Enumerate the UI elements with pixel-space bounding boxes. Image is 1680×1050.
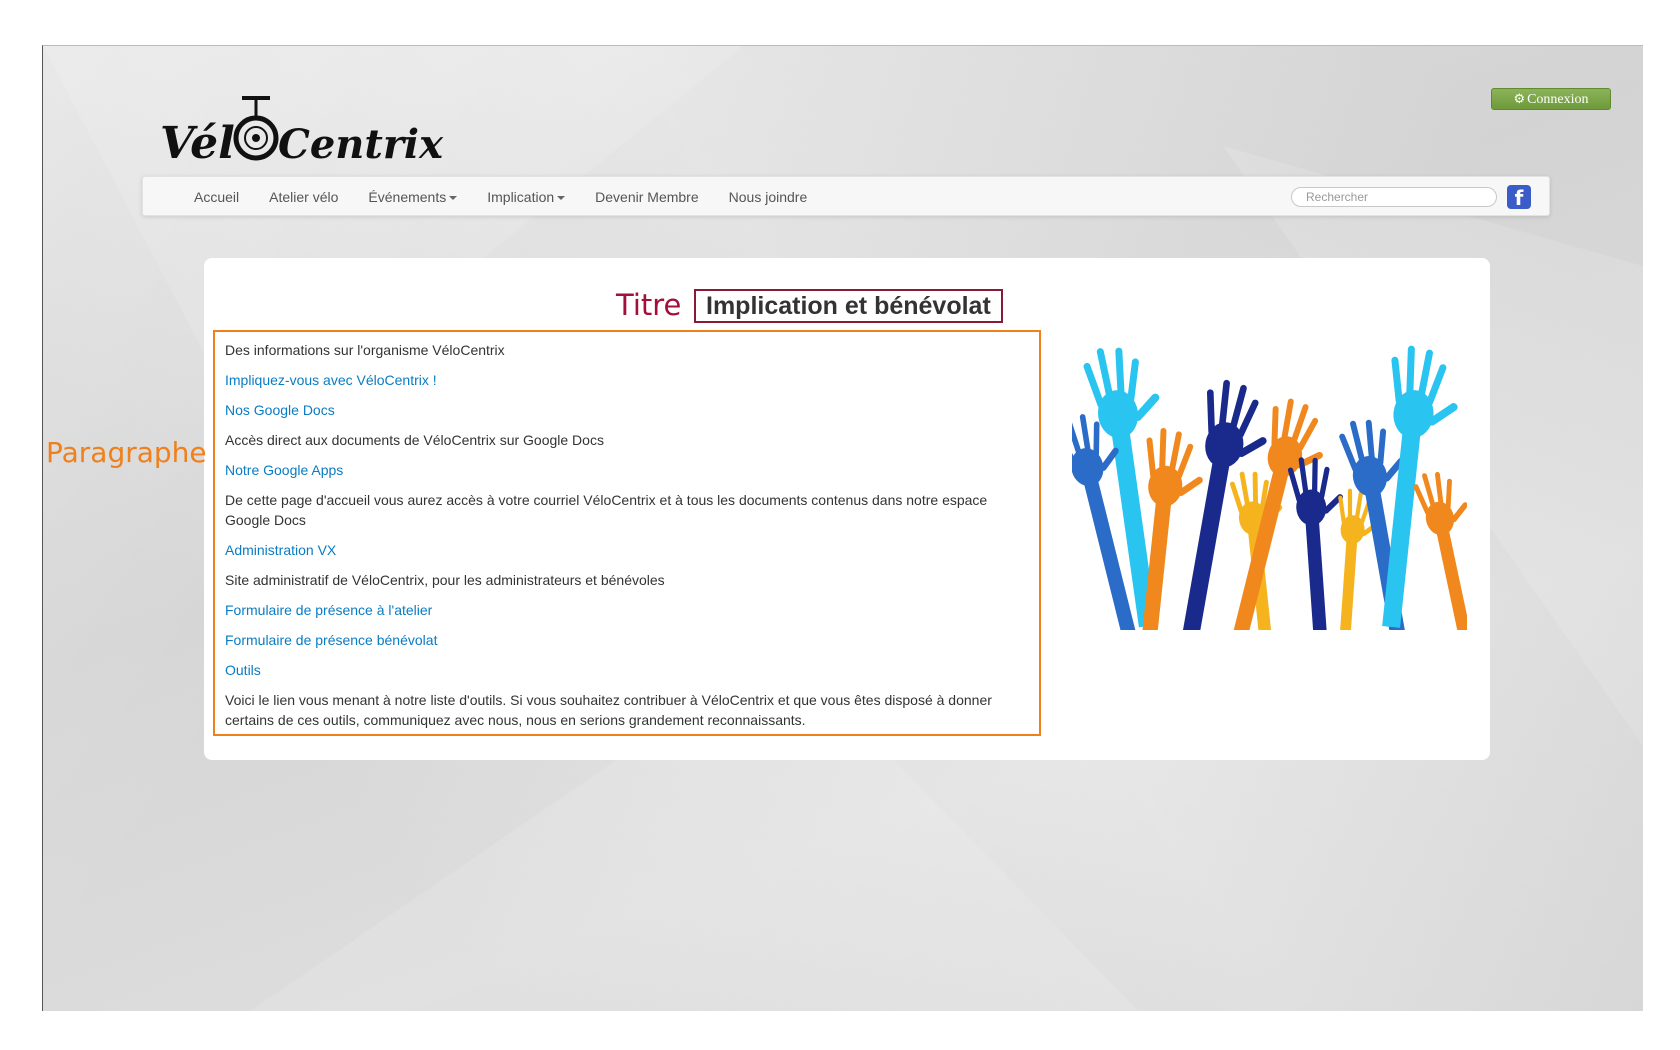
- titre-annotation: Titre: [616, 288, 682, 322]
- raised-hands-image: [1052, 338, 1502, 672]
- paragraph: Voici le lien vous menant à notre liste …: [225, 692, 992, 728]
- facebook-icon[interactable]: f: [1507, 185, 1531, 210]
- nav-item-label: Implication: [487, 189, 555, 205]
- caret-down-icon: [557, 196, 566, 201]
- page-title: Implication et bénévolat: [706, 291, 991, 320]
- nav-item-label: Accueil: [194, 189, 240, 205]
- nav-item-accueil[interactable]: Accueil: [179, 189, 254, 205]
- link-formulaire-atelier[interactable]: Formulaire de présence à l'atelier: [225, 602, 432, 618]
- search-input[interactable]: [1291, 187, 1497, 207]
- logo[interactable]: Vél Centrix: [160, 86, 480, 166]
- connexion-button[interactable]: ⚙ Connexion: [1491, 88, 1611, 110]
- nav-item-atelier-velo[interactable]: Atelier vélo: [254, 189, 353, 205]
- gear-icon: ⚙: [1513, 92, 1526, 107]
- paragraph: De cette page d'accueil vous aurez accès…: [225, 492, 988, 528]
- title-box: Implication et bénévolat: [694, 289, 1003, 323]
- link-impliquez-vous[interactable]: Impliquez-vous avec VéloCentrix !: [225, 372, 437, 388]
- nav-item-nous-joindre[interactable]: Nous joindre: [714, 189, 823, 205]
- nav-item-label: Devenir Membre: [595, 189, 699, 205]
- link-outils[interactable]: Outils: [225, 662, 261, 678]
- nav-item-evenements[interactable]: Événements: [353, 189, 472, 205]
- page-background: Vél Centrix ⚙ Connexion Accueil Atelier v…: [42, 45, 1643, 1011]
- nav-item-devenir-membre[interactable]: Devenir Membre: [580, 189, 713, 205]
- link-formulaire-benevolat[interactable]: Formulaire de présence bénévolat: [225, 632, 437, 648]
- nav-menu: Accueil Atelier vélo Événements Implicat…: [179, 177, 822, 217]
- paragraph: Site administratif de VéloCentrix, pour …: [225, 572, 665, 588]
- svg-text:Vél: Vél: [160, 118, 235, 166]
- link-nos-google-docs[interactable]: Nos Google Docs: [225, 402, 335, 418]
- content-card: Titre Implication et bénévolat Des infor…: [204, 258, 1502, 760]
- svg-text:Centrix: Centrix: [278, 121, 444, 166]
- nav-item-label: Nous joindre: [728, 189, 808, 205]
- paragraph-box: Des informations sur l'organisme VéloCen…: [213, 330, 1041, 736]
- connexion-label: Connexion: [1527, 92, 1589, 107]
- navbar: Accueil Atelier vélo Événements Implicat…: [142, 176, 1550, 216]
- link-notre-google-apps[interactable]: Notre Google Apps: [225, 462, 343, 478]
- paragraph: Accès direct aux documents de VéloCentri…: [225, 432, 604, 448]
- nav-item-label: Événements: [368, 189, 447, 205]
- caret-down-icon: [449, 196, 458, 201]
- nav-item-label: Atelier vélo: [269, 189, 339, 205]
- nav-item-implication[interactable]: Implication: [472, 189, 580, 205]
- link-administration-vx[interactable]: Administration VX: [225, 542, 336, 558]
- paragraph: Des informations sur l'organisme VéloCen…: [225, 342, 505, 358]
- paragraphe-annotation: Paragraphe: [46, 436, 207, 469]
